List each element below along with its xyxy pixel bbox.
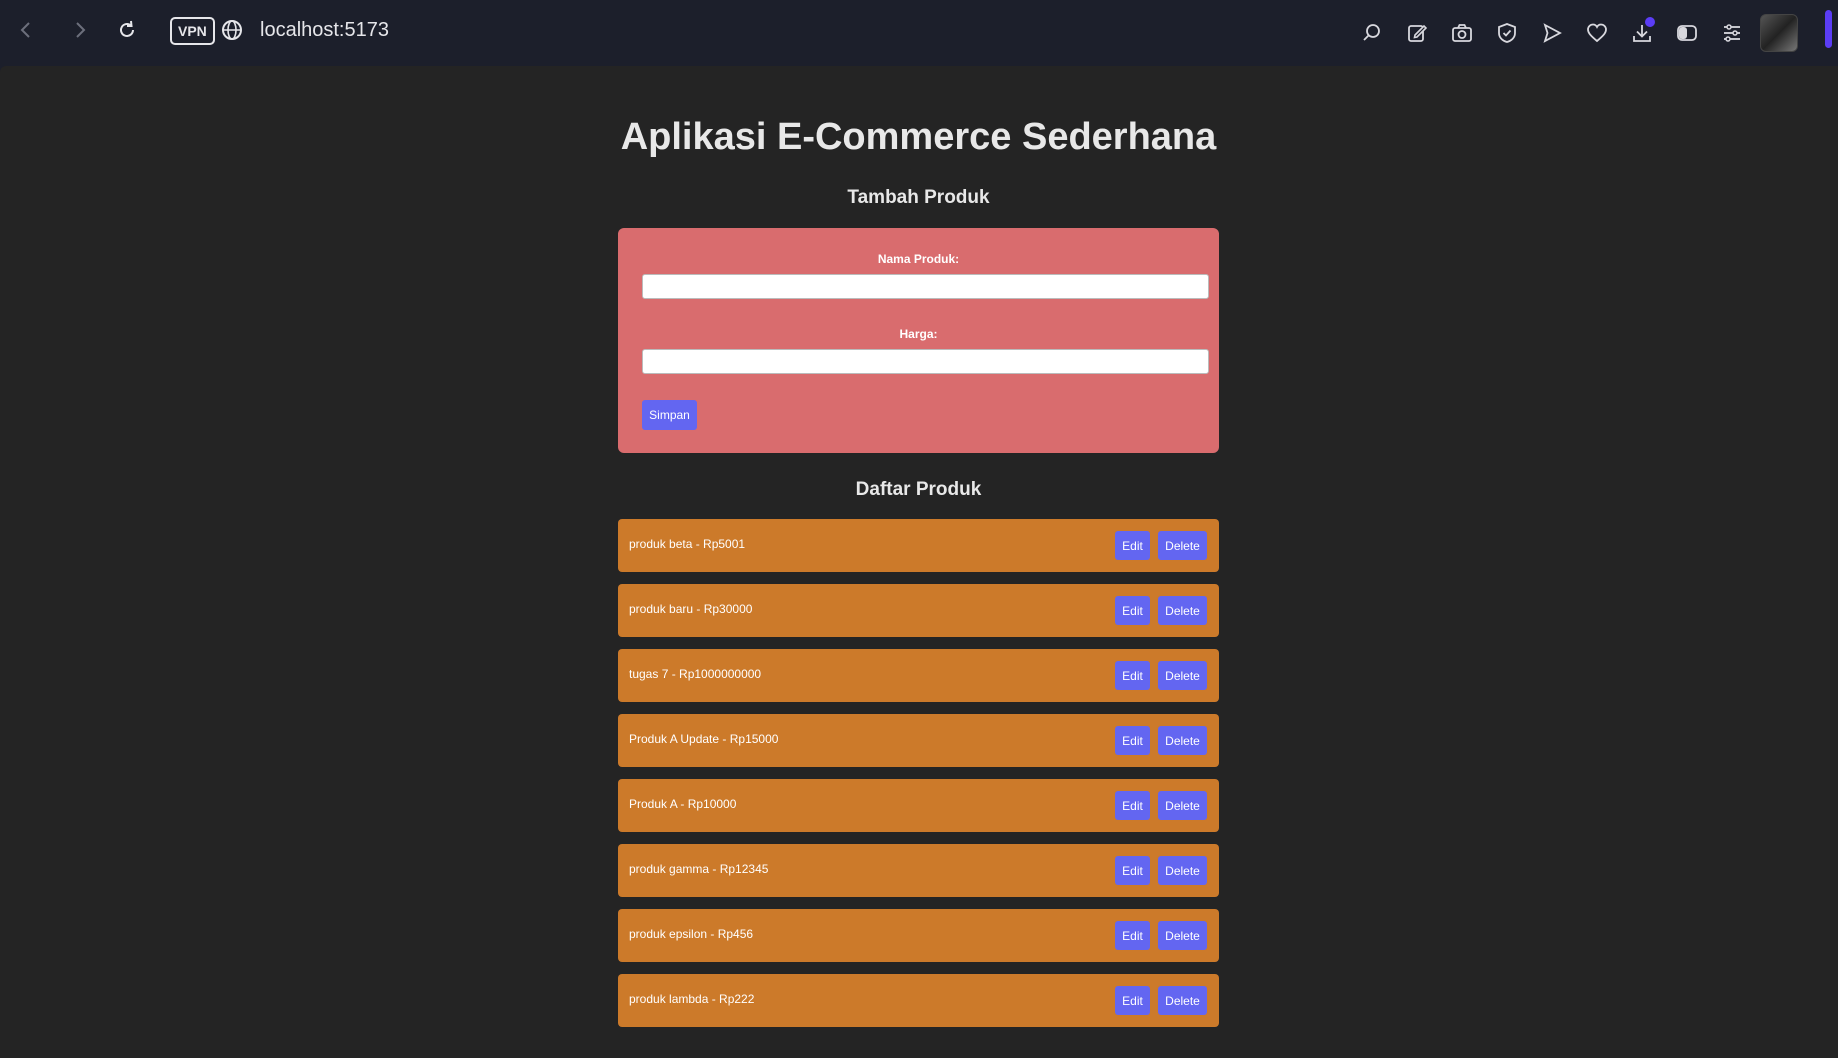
page-viewport: Aplikasi E-Commerce Sederhana Tambah Pro… [0,66,1838,1058]
page-title: Aplikasi E-Commerce Sederhana [620,116,1217,158]
download-badge [1645,17,1655,27]
product-name-label: Nama Produk: [877,252,960,266]
product-item: produk gamma - Rp12345 Edit Delete [618,844,1219,897]
avatar[interactable] [1760,14,1798,52]
delete-button[interactable]: Delete [1158,856,1207,885]
product-item: produk lambda - Rp222 Edit Delete [618,974,1219,1027]
globe-icon[interactable] [219,17,245,43]
menu-icon[interactable] [1715,17,1748,49]
product-item: produk epsilon - Rp456 Edit Delete [618,909,1219,962]
product-item: Produk A - Rp10000 Edit Delete [618,779,1219,832]
product-text: produk gamma - Rp12345 [629,862,769,876]
edit-button[interactable]: Edit [1115,856,1150,885]
delete-button[interactable]: Delete [1158,921,1207,950]
delete-button[interactable]: Delete [1158,726,1207,755]
delete-button[interactable]: Delete [1158,791,1207,820]
delete-button[interactable]: Delete [1158,596,1207,625]
product-text: produk epsilon - Rp456 [629,927,754,941]
product-text: produk lambda - Rp222 [629,992,755,1006]
price-label: Harga: [899,327,938,341]
edit-button[interactable]: Edit [1115,661,1150,690]
edit-button[interactable]: Edit [1115,791,1150,820]
address-bar[interactable]: localhost:5173 [260,17,389,43]
back-icon[interactable] [10,14,42,46]
download-icon[interactable] [1625,17,1658,49]
edit-button[interactable]: Edit [1115,531,1150,560]
product-item: tugas 7 - Rp1000000000 Edit Delete [618,649,1219,702]
camera-icon[interactable] [1445,17,1478,49]
product-text: tugas 7 - Rp1000000000 [629,667,762,681]
sidebar-icon[interactable] [1670,17,1703,49]
search-page-icon[interactable] [1355,17,1388,49]
product-list-heading: Daftar Produk [855,479,982,500]
product-text: produk beta - Rp5001 [629,537,746,551]
product-text: Produk A - Rp10000 [629,797,737,811]
delete-button[interactable]: Delete [1158,531,1207,560]
reload-icon[interactable] [111,14,143,46]
delete-button[interactable]: Delete [1158,986,1207,1015]
product-item: produk beta - Rp5001 Edit Delete [618,519,1219,572]
edit-button[interactable]: Edit [1115,921,1150,950]
product-text: Produk A Update - Rp15000 [629,732,779,746]
edit-button[interactable]: Edit [1115,986,1150,1015]
edit-button[interactable]: Edit [1115,726,1150,755]
vpn-badge[interactable]: VPN [170,17,215,45]
price-input[interactable] [642,349,1209,374]
sidebar-accent-bar[interactable] [1825,10,1832,48]
add-product-heading: Tambah Produk [847,187,990,208]
browser-toolbar: VPN localhost:5173 [0,0,1838,60]
product-item: produk baru - Rp30000 Edit Delete [618,584,1219,637]
forward-icon[interactable] [64,14,96,46]
send-icon[interactable] [1535,17,1568,49]
product-name-input[interactable] [642,274,1209,299]
edit-button[interactable]: Edit [1115,596,1150,625]
delete-button[interactable]: Delete [1158,661,1207,690]
shield-icon[interactable] [1490,17,1523,49]
product-text: produk baru - Rp30000 [629,602,753,616]
heart-icon[interactable] [1580,17,1613,49]
save-button[interactable]: Simpan [642,400,697,430]
product-item: Produk A Update - Rp15000 Edit Delete [618,714,1219,767]
edit-snapshot-icon[interactable] [1400,17,1433,49]
add-product-form: Nama Produk: Harga: Simpan [618,228,1219,453]
